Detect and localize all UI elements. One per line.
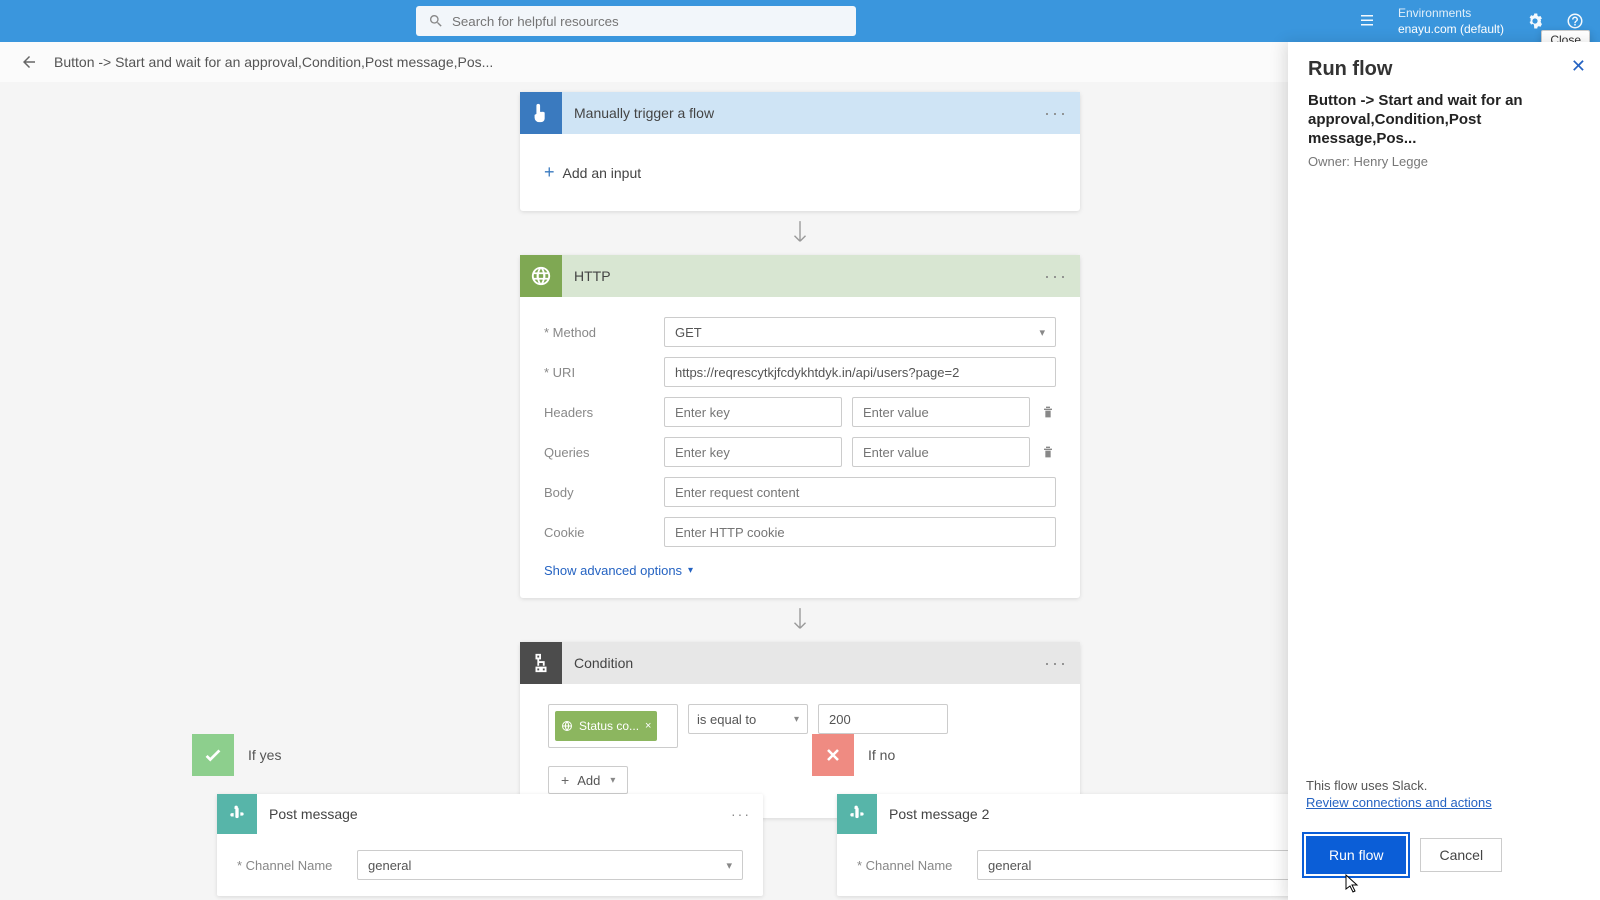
env-label: Environments: [1398, 6, 1504, 20]
delete-header-icon[interactable]: [1040, 404, 1056, 420]
trigger-header[interactable]: Manually trigger a flow ···: [520, 92, 1080, 134]
globe-icon: [530, 265, 552, 287]
chevron-down-icon: ▾: [1039, 326, 1045, 339]
condition-header[interactable]: Condition ···: [520, 642, 1080, 684]
cookie-input[interactable]: [664, 517, 1056, 547]
close-icon[interactable]: ✕: [1571, 56, 1586, 77]
chevron-down-icon: ▾: [726, 859, 732, 872]
run-flow-button[interactable]: Run flow: [1306, 836, 1406, 874]
environment-picker[interactable]: Environments enayu.com (default): [1398, 6, 1504, 36]
channel-label-yes: Channel Name: [237, 858, 332, 873]
condition-value: 200: [829, 712, 851, 727]
condition-operator-select[interactable]: is equal to ▾: [688, 704, 808, 734]
post-message-card-yes: Post message ··· Channel Name general ▾: [217, 794, 763, 896]
delete-query-icon[interactable]: [1040, 444, 1056, 460]
uri-input[interactable]: [664, 357, 1056, 387]
connector-arrow-2: [785, 602, 815, 638]
finger-icon: [530, 102, 552, 124]
panel-owner: Owner: Henry Legge: [1308, 154, 1580, 169]
branch-no-label: If no: [868, 747, 895, 763]
condition-title: Condition: [574, 655, 633, 671]
http-tile-icon: [520, 255, 562, 297]
http-menu[interactable]: ···: [1044, 266, 1068, 287]
header-key-input[interactable]: [664, 397, 842, 427]
method-select[interactable]: GET ▾: [664, 317, 1056, 347]
mouse-cursor: [1345, 874, 1359, 894]
trigger-title: Manually trigger a flow: [574, 105, 714, 121]
help-icon[interactable]: [1566, 12, 1584, 30]
advanced-label: Show advanced options: [544, 563, 682, 578]
post-message-menu-yes[interactable]: ···: [731, 806, 751, 822]
breadcrumb: Button -> Start and wait for an approval…: [54, 54, 493, 70]
add-input-label: Add an input: [563, 165, 642, 181]
search-input[interactable]: [416, 6, 856, 36]
check-icon: [192, 734, 234, 776]
slack-icon: [217, 794, 257, 834]
plus-icon: +: [544, 162, 555, 183]
show-advanced-toggle[interactable]: Show advanced options ▾: [544, 563, 693, 578]
http-header[interactable]: HTTP ···: [520, 255, 1080, 297]
back-icon[interactable]: [20, 53, 38, 71]
headers-label: Headers: [544, 405, 664, 420]
query-value-input[interactable]: [852, 437, 1030, 467]
token-label: Status co...: [579, 719, 639, 733]
gear-icon[interactable]: [1526, 12, 1544, 30]
post-message-title-yes: Post message: [269, 806, 358, 822]
search-icon: [428, 13, 444, 29]
add-input-button[interactable]: + Add an input: [544, 154, 1056, 191]
operator-value: is equal to: [697, 712, 756, 727]
channel-select-yes[interactable]: general ▾: [357, 850, 743, 880]
condition-tile-icon: [520, 642, 562, 684]
trigger-card: Manually trigger a flow ··· + Add an inp…: [520, 92, 1080, 211]
environment-icon[interactable]: [1358, 12, 1376, 30]
uri-label: URI: [544, 365, 575, 380]
run-flow-panel: ✕ Run flow Button -> Start and wait for …: [1288, 42, 1600, 900]
panel-title: Run flow: [1308, 58, 1580, 81]
condition-right-operand[interactable]: 200: [818, 704, 948, 734]
http-title: HTTP: [574, 268, 611, 284]
panel-subtitle: Button -> Start and wait for an approval…: [1308, 91, 1580, 148]
slack-icon: [837, 794, 877, 834]
cancel-button[interactable]: Cancel: [1420, 838, 1502, 872]
connector-arrow-1: [785, 215, 815, 251]
chevron-down-icon: ▾: [794, 714, 799, 725]
search-wrapper: [416, 6, 856, 36]
http-card: HTTP ··· Method GET ▾ URI: [520, 255, 1080, 598]
branch-yes-label: If yes: [248, 747, 281, 763]
topbar: Environments enayu.com (default): [0, 0, 1600, 42]
body-label: Body: [544, 485, 664, 500]
chevron-down-icon: ▾: [688, 565, 693, 576]
body-input[interactable]: [664, 477, 1056, 507]
query-key-input[interactable]: [664, 437, 842, 467]
trigger-menu[interactable]: ···: [1044, 103, 1068, 124]
env-value: enayu.com (default): [1398, 22, 1504, 36]
branch-icon: [530, 652, 552, 674]
x-icon: [812, 734, 854, 776]
review-connections-link[interactable]: Review connections and actions: [1306, 795, 1492, 810]
trigger-tile-icon: [520, 92, 562, 134]
condition-menu[interactable]: ···: [1044, 653, 1068, 674]
method-value: GET: [675, 325, 702, 340]
queries-label: Queries: [544, 445, 664, 460]
branch-yes-header: If yes: [192, 734, 788, 776]
channel-label-no: Channel Name: [857, 858, 952, 873]
method-label: Method: [544, 325, 596, 340]
branch-yes: If yes Post message ··· Channel Name: [192, 734, 788, 896]
post-message-title-no: Post message 2: [889, 806, 989, 822]
panel-uses-text: This flow uses Slack.: [1306, 778, 1582, 793]
channel-value-yes: general: [368, 858, 411, 873]
post-message-header-yes[interactable]: Post message ···: [217, 794, 763, 834]
cookie-label: Cookie: [544, 525, 664, 540]
header-value-input[interactable]: [852, 397, 1030, 427]
globe-icon: [561, 720, 573, 732]
channel-value-no: general: [988, 858, 1031, 873]
remove-token-icon[interactable]: ×: [645, 720, 651, 732]
